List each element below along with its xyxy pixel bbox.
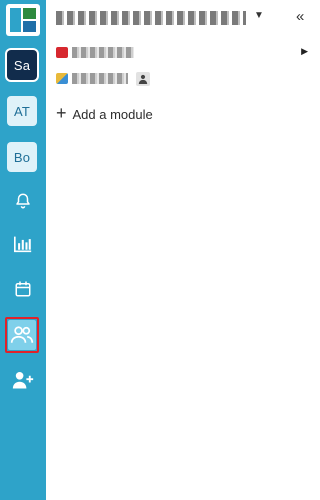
panel-header: ▼ «: [46, 0, 316, 36]
sidebar-rail: Sa AT Bo: [0, 0, 46, 500]
people-icon: [10, 326, 34, 343]
plus-icon: +: [56, 103, 67, 123]
workspace-bo[interactable]: Bo: [7, 142, 37, 172]
module-item[interactable]: ▶: [46, 42, 316, 66]
add-module-button[interactable]: + Add a module: [56, 104, 153, 124]
add-user-icon: [12, 371, 34, 389]
people-button[interactable]: [5, 317, 39, 353]
chart-icon: [14, 236, 32, 253]
workspace-name-selector[interactable]: [56, 11, 246, 25]
workspace-at[interactable]: AT: [7, 96, 37, 126]
module-title: [72, 47, 134, 58]
calendar-icon: [15, 281, 31, 297]
notifications-button[interactable]: [8, 186, 38, 216]
calendar-button[interactable]: [8, 274, 38, 304]
app-logo[interactable]: [6, 4, 40, 36]
module-icon: [56, 73, 68, 84]
add-user-button[interactable]: [8, 365, 38, 395]
analytics-button[interactable]: [8, 229, 38, 259]
collapse-sidebar-icon[interactable]: «: [296, 8, 304, 25]
person-badge-icon: [136, 72, 150, 86]
bell-icon: [16, 193, 30, 209]
chevron-down-icon[interactable]: ▼: [254, 10, 264, 21]
add-module-label: Add a module: [72, 106, 153, 122]
workspace-sa[interactable]: Sa: [7, 50, 37, 80]
chevron-right-icon[interactable]: ▶: [301, 46, 308, 57]
module-icon: [56, 47, 68, 58]
module-title: [72, 73, 128, 84]
module-item[interactable]: [46, 68, 316, 92]
